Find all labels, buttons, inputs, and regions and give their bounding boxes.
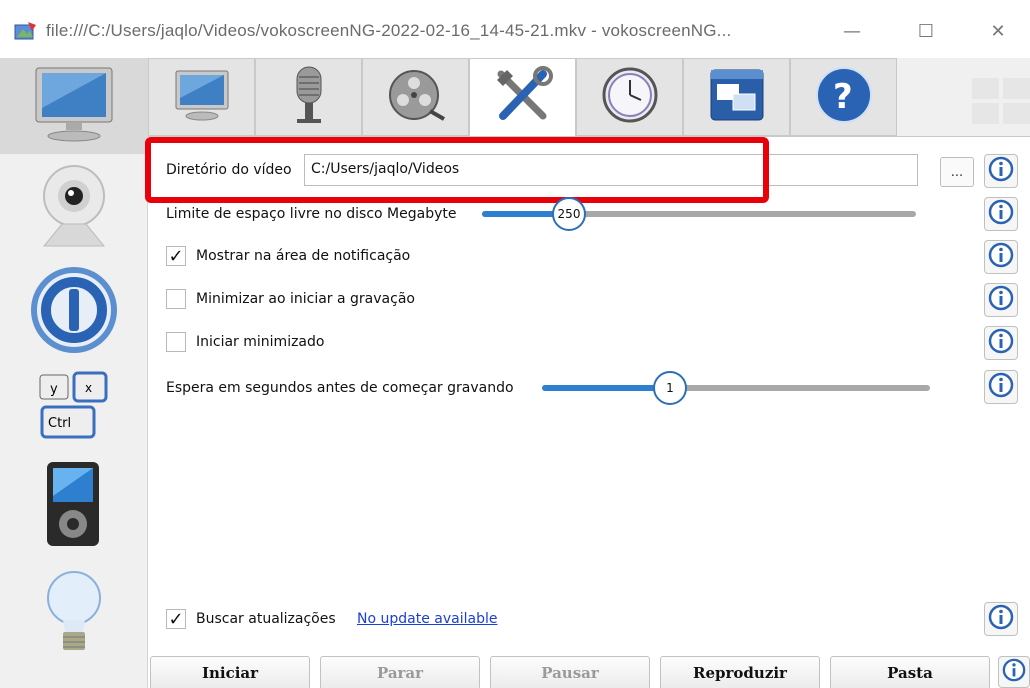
media-player-icon [39,458,109,554]
browse-button[interactable]: ... [940,157,974,187]
info-button[interactable] [984,602,1018,636]
sidebar-item-screen[interactable] [0,58,148,154]
maximize-button[interactable]: ☐ [906,14,946,48]
sidebar-item-shortcuts[interactable]: y x Ctrl [0,364,148,450]
info-button[interactable] [984,326,1018,360]
minimize-button[interactable]: — [832,14,872,48]
updates-checkbox[interactable]: ✓ [166,609,186,630]
info-icon [988,328,1014,358]
pause-button[interactable]: Pausar [490,656,650,688]
updates-label: Buscar atualizações [196,611,336,627]
info-button[interactable] [984,283,1018,317]
info-icon [988,242,1014,272]
delay-label: Espera em segundos antes de começar grav… [166,380,514,396]
monitor-icon [173,68,231,126]
sidebar: y x Ctrl [0,58,148,688]
info-icon [1002,658,1026,686]
svg-text:Ctrl: Ctrl [48,416,71,431]
svg-text:y: y [50,382,58,397]
info-icon [988,604,1014,634]
tab-audio[interactable] [255,58,362,136]
start-minimized-label: Iniciar minimizado [196,334,325,350]
info-button[interactable] [984,197,1018,231]
disk-limit-label: Limite de espaço livre no disco Megabyte [166,206,457,222]
close-button[interactable]: ✕ [978,14,1018,48]
sidebar-item-log[interactable] [0,562,148,666]
highlight-box [145,137,769,203]
delay-handle[interactable]: 1 [653,371,687,405]
app-icon [14,22,36,42]
info-icon [988,285,1014,315]
power-ring-icon [29,265,119,359]
webcam-icon [34,160,114,256]
sidebar-item-player[interactable] [0,264,148,360]
tab-timer[interactable] [576,58,683,136]
windows-logo-icon [972,78,1030,128]
update-status-link[interactable]: No update available [357,611,497,627]
minimize-on-record-checkbox[interactable] [166,289,186,309]
monitor-icon [32,64,116,148]
title-bar: file:///C:/Users/jaqlo/Videos/vokoscreen… [0,0,1030,58]
tab-window[interactable] [683,58,790,136]
sidebar-item-media[interactable] [0,456,148,556]
window-title: file:///C:/Users/jaqlo/Videos/vokoscreen… [46,21,732,40]
show-tray-checkbox[interactable]: ✓ [166,246,186,267]
film-reel-icon [386,67,446,127]
clock-icon [601,66,659,128]
folder-button[interactable]: Pasta [830,656,990,688]
info-button[interactable] [998,656,1030,688]
microphone-icon [289,65,329,129]
info-icon [988,372,1014,402]
tab-screen[interactable] [148,58,255,136]
tools-icon [493,65,553,130]
lightbulb-icon [39,566,109,662]
tab-codec[interactable] [362,58,469,136]
svg-text:x: x [85,381,92,395]
info-icon [988,199,1014,229]
info-button[interactable] [984,370,1018,404]
show-tray-label: Mostrar na área de notificação [196,248,411,264]
delay-fill [542,385,670,391]
info-icon [988,156,1014,186]
minimize-on-record-label: Minimizar ao iniciar a gravação [196,291,415,307]
info-button[interactable] [984,240,1018,274]
svg-text:?: ? [833,77,853,117]
play-button[interactable]: Reproduzir [660,656,820,688]
keyboard-shortcut-icon: y x Ctrl [34,367,114,447]
start-minimized-checkbox[interactable] [166,332,186,352]
info-button[interactable] [984,154,1018,188]
start-button[interactable]: Iniciar [150,656,310,688]
settings-panel: Diretório do vídeo C:/Users/jaqlo/Videos… [145,136,1030,652]
tab-help[interactable]: ? [790,58,897,136]
help-icon: ? [815,66,873,128]
stop-button[interactable]: Parar [320,656,480,688]
bottom-bar: Iniciar Parar Pausar Reproduzir Pasta [148,652,1030,688]
window-icon [709,68,765,126]
sidebar-item-camera[interactable] [0,158,148,258]
disk-limit-handle[interactable]: 250 [552,197,586,231]
tab-settings[interactable] [469,58,576,137]
tab-bar: ? [148,58,1030,137]
